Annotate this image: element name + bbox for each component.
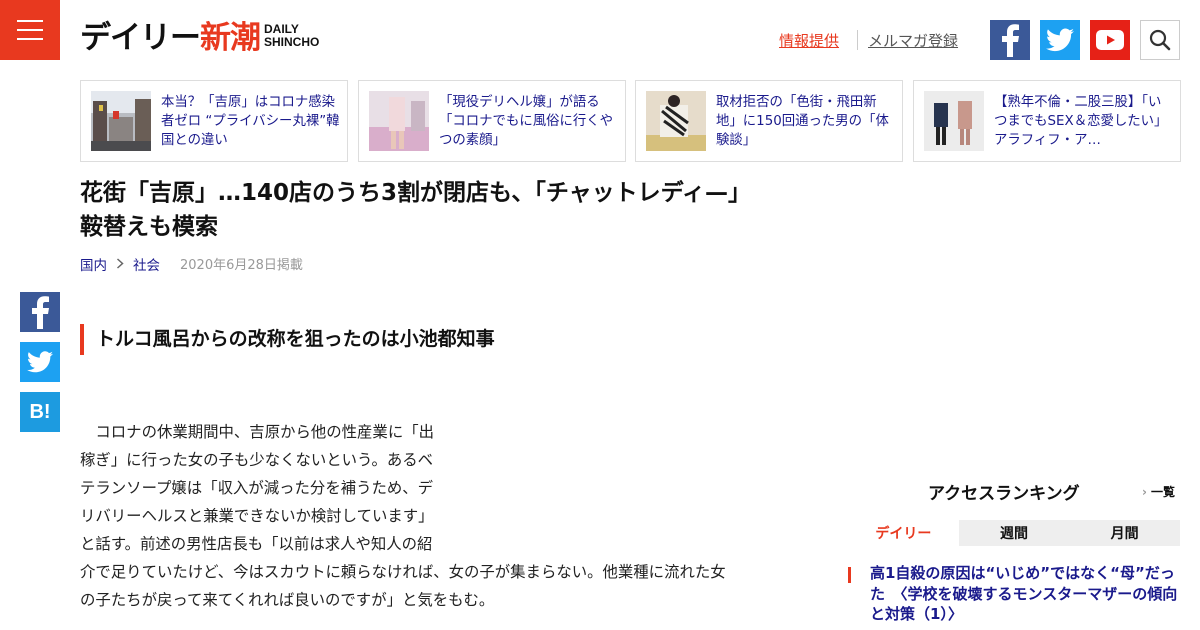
- body-line: 稼ぎ」に行った女の子も少なくないという。あるベ: [80, 451, 434, 469]
- article-thumbnail: [91, 91, 151, 151]
- ranking-item[interactable]: 高1自殺の原因は“いじめ”ではなく“母”だった 〈学校を破壊するモンスターマザー…: [848, 563, 1180, 625]
- tab-weekly[interactable]: 週間: [958, 520, 1070, 546]
- related-article-title: 取材拒否の「色街・飛田新地」に150回通った男の「体験談」: [716, 95, 889, 148]
- body-line: 介で足りていたけど、今はスカウトに頼らなければ、女の子が集まらない。他業種に流れ…: [80, 563, 726, 581]
- body-line: コロナの休業期間中、吉原から他の性産業に「出: [95, 423, 434, 441]
- body-line: の子たちが戻って来てくれれば良いのですが」と気をもむ。: [80, 591, 495, 609]
- article-thumbnail: [924, 91, 984, 151]
- article-thumbnail: [646, 91, 706, 151]
- search-button[interactable]: [1140, 20, 1180, 60]
- info-submit-link[interactable]: 情報提供: [779, 30, 839, 51]
- related-article-title: 本当？「吉原」はコロナ感染者ゼロ “プライバシー丸裸”韓国との違い: [161, 95, 340, 148]
- body-line: リバリーヘルスと兼業できないか検討しています」: [80, 507, 434, 525]
- related-article-card[interactable]: 【熟年不倫・二股三股】「いつまでもSEX＆恋愛したい」アラフィフ・ア…: [913, 80, 1181, 162]
- share-hatena-button[interactable]: B!: [20, 392, 60, 432]
- related-article-title: 【熟年不倫・二股三股】「いつまでもSEX＆恋愛したい」アラフィフ・ア…: [994, 95, 1168, 148]
- chevron-right-icon: [116, 257, 124, 275]
- article-subheading: トルコ風呂からの改称を狙ったのは小池都知事: [80, 324, 500, 355]
- facebook-button[interactable]: [990, 20, 1030, 60]
- search-icon: [1149, 29, 1171, 51]
- related-article-card[interactable]: 本当？「吉原」はコロナ感染者ゼロ “プライバシー丸裸”韓国との違い: [80, 80, 348, 162]
- ranking-tabs: デイリー 週間 月間: [848, 520, 1181, 546]
- ranking-title: アクセスランキング: [928, 484, 1080, 504]
- share-twitter-button[interactable]: [20, 342, 60, 382]
- related-article-card[interactable]: 取材拒否の「色街・飛田新地」に150回通った男の「体験談」: [635, 80, 903, 162]
- logo-japanese: デイリー新潮: [80, 20, 261, 56]
- twitter-icon: [27, 351, 53, 373]
- ranking-all-link[interactable]: › 一覧: [1142, 483, 1175, 500]
- hatena-icon: B!: [29, 400, 51, 423]
- related-article-title: 「現役デリヘル嬢」が語る「コロナでもに風俗に行くやつの素顔」: [439, 95, 614, 148]
- related-article-card[interactable]: 「現役デリヘル嬢」が語る「コロナでもに風俗に行くやつの素顔」: [358, 80, 626, 162]
- logo-english: DAILY SHINCHO: [264, 22, 320, 49]
- header-divider: [857, 30, 858, 50]
- breadcrumb-society[interactable]: 社会: [133, 257, 160, 275]
- youtube-icon: [1096, 30, 1124, 50]
- body-line: テランソープ嬢は「収入が減った分を補うため、デ: [80, 479, 434, 497]
- menu-icon: [17, 20, 43, 22]
- publish-date: 2020年6月28日掲載: [180, 258, 303, 273]
- share-facebook-button[interactable]: [20, 292, 60, 332]
- facebook-icon: [32, 296, 49, 329]
- tab-monthly[interactable]: 月間: [1069, 520, 1181, 546]
- article-thumbnail: [369, 91, 429, 151]
- body-line: と話す。前述の男性店長も「以前は求人や知人の紹: [80, 535, 433, 553]
- facebook-icon: [1002, 24, 1019, 57]
- article-body: コロナの休業期間中、吉原から他の性産業に「出 稼ぎ」に行った女の子も少なくないと…: [80, 418, 790, 614]
- menu-button[interactable]: [0, 0, 60, 60]
- twitter-button[interactable]: [1040, 20, 1080, 60]
- breadcrumb: 国内 社会 2020年6月28日掲載: [80, 257, 303, 275]
- twitter-icon: [1046, 28, 1074, 52]
- breadcrumb-domestic[interactable]: 国内: [80, 257, 107, 275]
- chevron-right-icon: ›: [1142, 485, 1147, 499]
- youtube-button[interactable]: [1090, 20, 1130, 60]
- newsletter-signup-link[interactable]: メルマガ登録: [868, 30, 958, 51]
- tab-daily[interactable]: デイリー: [848, 520, 959, 546]
- site-logo[interactable]: デイリー新潮 DAILY SHINCHO: [80, 18, 319, 58]
- article-title: 花街「吉原」…140店のうち3割が閉店も、「チャットレディ—」鞍替えも模索: [80, 180, 751, 240]
